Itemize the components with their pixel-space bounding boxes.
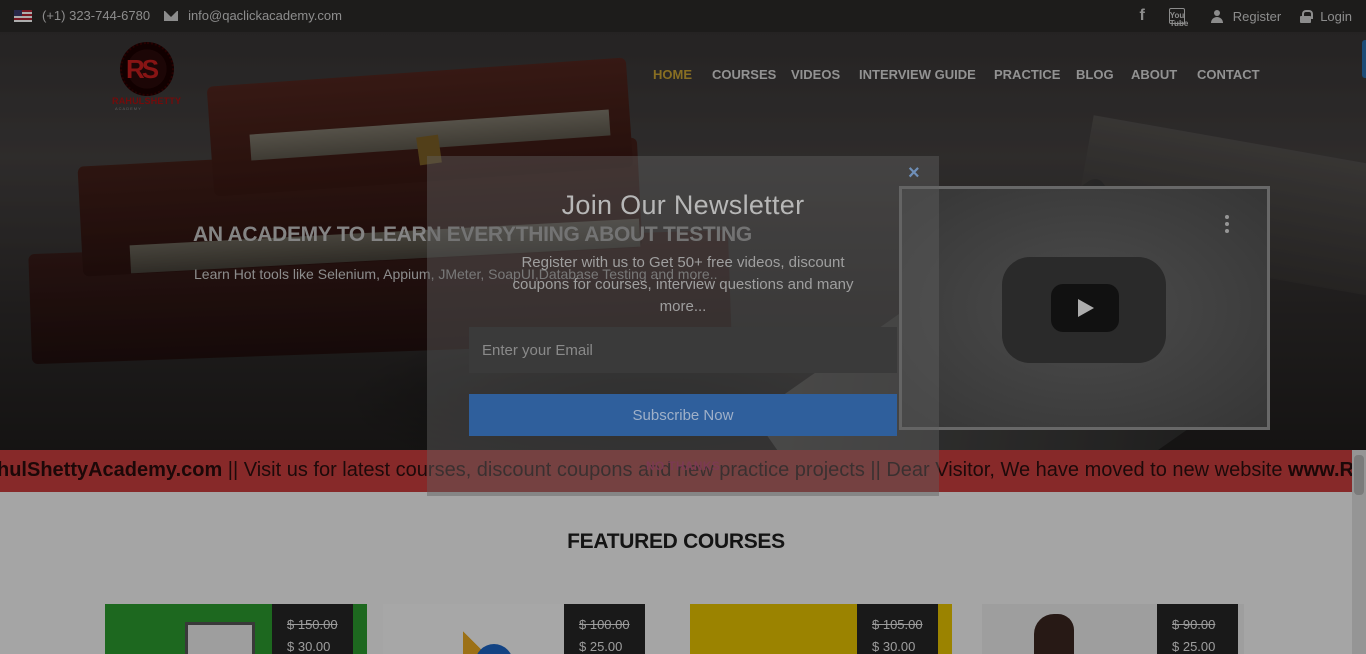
newsletter-description: Register with us to Get 50+ free videos,… xyxy=(512,254,854,315)
close-icon[interactable]: × xyxy=(908,163,920,183)
no-thanks-link[interactable]: NO THANKS xyxy=(427,459,939,473)
newsletter-email-input[interactable] xyxy=(469,327,897,373)
newsletter-title: Join Our Newsletter xyxy=(561,190,805,220)
subscribe-button[interactable]: Subscribe Now xyxy=(469,394,897,436)
newsletter-modal: × Join Our Newsletter Register with us t… xyxy=(427,156,939,496)
